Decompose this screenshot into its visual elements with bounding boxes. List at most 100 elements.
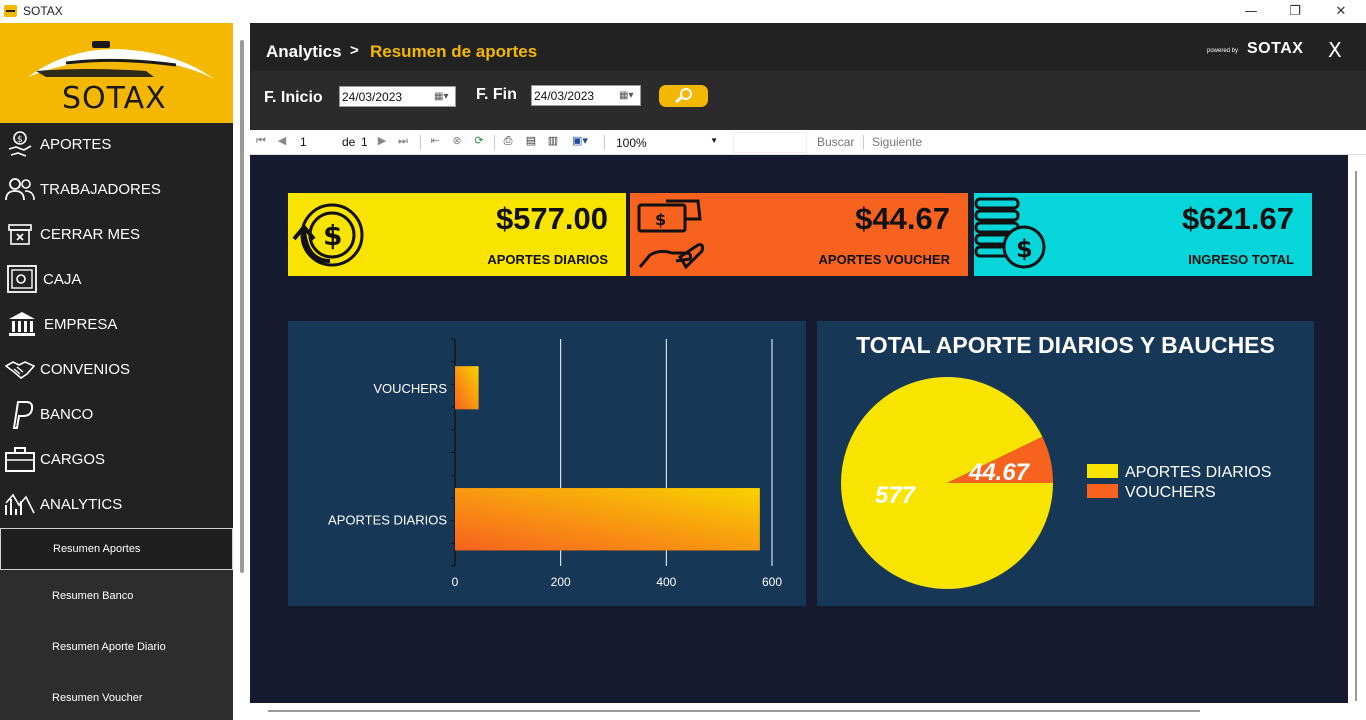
sidebar-item-empresa[interactable]: EMPRESA	[0, 303, 233, 345]
kpi-value: $577.00	[495, 201, 608, 236]
submenu-item-resumen-voucher[interactable]: Resumen Voucher	[0, 677, 233, 719]
sidebar-item-cerrar-mes[interactable]: CERRAR MES	[0, 213, 233, 255]
page-title: Resumen de aportes	[370, 42, 538, 61]
find-input[interactable]	[733, 132, 807, 153]
first-page-icon[interactable]: ⏮	[254, 134, 268, 148]
zoom-select[interactable]: 100% ▼	[612, 134, 722, 152]
safe-icon	[0, 258, 43, 300]
maximize-button[interactable]: ❐	[1272, 0, 1318, 23]
print-layout-icon[interactable]: ▤	[524, 134, 538, 148]
app-icon	[4, 5, 17, 17]
x-tick-label: 0	[452, 575, 459, 589]
paypal-icon	[0, 393, 40, 435]
sidebar-item-label: EMPRESA	[44, 315, 118, 333]
close-form-button[interactable]: X	[1328, 38, 1342, 62]
hand-coin-icon: $	[0, 123, 40, 165]
svg-text:$: $	[1016, 235, 1033, 263]
window-close-button[interactable]: ✕	[1318, 0, 1364, 23]
sidebar-item-banco[interactable]: BANCO	[0, 393, 233, 435]
analytics-icon	[0, 483, 40, 525]
logo-text: SOTAX	[62, 81, 167, 116]
x-tick-label: 600	[762, 575, 782, 589]
sidebar-item-label: APORTES	[40, 135, 112, 153]
current-page-input[interactable]: 1	[300, 135, 307, 149]
start-date-label: F. Inicio	[264, 89, 323, 106]
kpi-value: $44.67	[855, 201, 950, 236]
y-category-label: APORTES DIARIOS	[328, 512, 447, 527]
coin-arrow-icon: $	[292, 203, 364, 267]
vertical-scrollbar-thumb[interactable]	[1355, 171, 1357, 701]
pie-data-label: 44.67	[968, 459, 1031, 486]
toolbar-divider	[494, 135, 495, 150]
submenu-item-resumen-aportes[interactable]: Resumen Aportes	[0, 528, 233, 570]
refresh-icon[interactable]: ⟳	[472, 134, 486, 148]
zoom-value: 100%	[616, 136, 647, 150]
vertical-scrollbar[interactable]	[1348, 155, 1366, 703]
money-hand-icon: $	[637, 199, 704, 270]
sidebar-item-trabajadores[interactable]: TRABAJADORES	[0, 168, 233, 210]
window-titlebar: SOTAX — ❐ ✕	[0, 0, 1366, 23]
chevron-down-icon: ▼	[710, 136, 718, 145]
legend-swatch	[1087, 484, 1118, 498]
legend-label: VOUCHERS	[1125, 484, 1216, 501]
sidebar-item-convenios[interactable]: CONVENIOS	[0, 348, 233, 390]
export-icon[interactable]: ▣▾	[569, 134, 591, 148]
toolbar-divider	[604, 135, 605, 150]
powered-by-brand: SOTAX	[1247, 40, 1304, 57]
toolbar-divider	[863, 135, 864, 150]
find-button[interactable]: Buscar	[817, 135, 854, 149]
page-setup-icon[interactable]: ▥	[546, 134, 560, 148]
sidebar-item-label: CAJA	[43, 270, 82, 288]
bar-chart-panel: 0 200 400 600 VOUCHERS APORTES DIARIOS	[288, 321, 806, 606]
submenu-item-resumen-banco[interactable]: Resumen Banco	[0, 575, 233, 617]
sidebar-item-aportes[interactable]: $ APORTES	[0, 123, 233, 165]
find-next-button[interactable]: Siguiente	[872, 135, 922, 149]
toolbar-divider	[420, 135, 421, 150]
minimize-button[interactable]: —	[1228, 0, 1274, 23]
pie-chart-panel: TOTAL APORTE DIARIOS Y BAUCHES 577 44.67 A…	[817, 321, 1314, 606]
legend-label: APORTES DIARIOS	[1125, 464, 1271, 481]
horizontal-scrollbar-thumb[interactable]	[268, 710, 1200, 712]
next-page-icon[interactable]: ▶	[375, 134, 389, 148]
print-icon[interactable]: ⎙	[501, 134, 515, 148]
logo: SOTAX	[0, 23, 233, 123]
archive-box-icon	[0, 213, 40, 255]
sidebar-item-label: BANCO	[40, 405, 94, 423]
stop-icon[interactable]: ⊗	[450, 134, 464, 148]
submenu-item-resumen-aporte-diario[interactable]: Resumen Aporte Diario	[0, 626, 233, 668]
back-icon[interactable]: ⇤	[428, 134, 442, 148]
end-date-picker[interactable]: 24/03/2023 ▦▾	[531, 85, 641, 106]
last-page-icon[interactable]: ⏭	[396, 134, 410, 148]
end-date-label: F. Fin	[476, 86, 517, 103]
breadcrumb-separator: >	[350, 42, 359, 59]
y-category-label: VOUCHERS	[373, 381, 447, 396]
start-date-picker[interactable]: 24/03/2023 ▦▾	[339, 86, 456, 107]
calendar-dropdown-icon[interactable]: ▦▾	[619, 90, 636, 102]
briefcase-icon	[0, 438, 40, 480]
coin-stack-icon: $	[974, 197, 1046, 269]
of-label: de	[342, 135, 356, 149]
pie-chart: 577 44.67 APORTES DIARIOS VOUCHERS	[841, 377, 1271, 589]
sidebar-item-label: TRABAJADORES	[40, 180, 161, 198]
x-tick-label: 400	[656, 575, 676, 589]
search-button[interactable]	[659, 85, 708, 107]
svg-text:$: $	[655, 210, 666, 229]
calendar-dropdown-icon[interactable]: ▦▾	[434, 91, 451, 103]
taxi-car-logo-icon	[28, 41, 214, 79]
sidebar-item-analytics[interactable]: ANALYTICS	[0, 483, 233, 525]
powered-by-label: powered by	[1207, 48, 1239, 54]
legend-swatch	[1087, 464, 1118, 478]
previous-page-icon[interactable]: ◀	[275, 134, 289, 148]
kpi-card-aportes-voucher: $ $44.67 APORTES VOUCHER	[630, 193, 968, 276]
sidebar-item-label: ANALYTICS	[40, 495, 123, 513]
handshake-icon	[0, 348, 40, 390]
kpi-label: INGRESO TOTAL	[1188, 252, 1294, 267]
sidebar-item-label: CONVENIOS	[40, 360, 131, 378]
sidebar-scrollbar[interactable]	[240, 40, 244, 573]
breadcrumb-root[interactable]: Analytics	[266, 42, 342, 62]
sidebar-item-label: CARGOS	[40, 450, 106, 468]
kpi-card-ingreso-total: $ $621.67 INGRESO TOTAL	[974, 193, 1312, 276]
bar	[455, 366, 479, 410]
sidebar-item-caja[interactable]: CAJA	[0, 258, 233, 300]
sidebar-item-cargos[interactable]: CARGOS	[0, 438, 233, 480]
